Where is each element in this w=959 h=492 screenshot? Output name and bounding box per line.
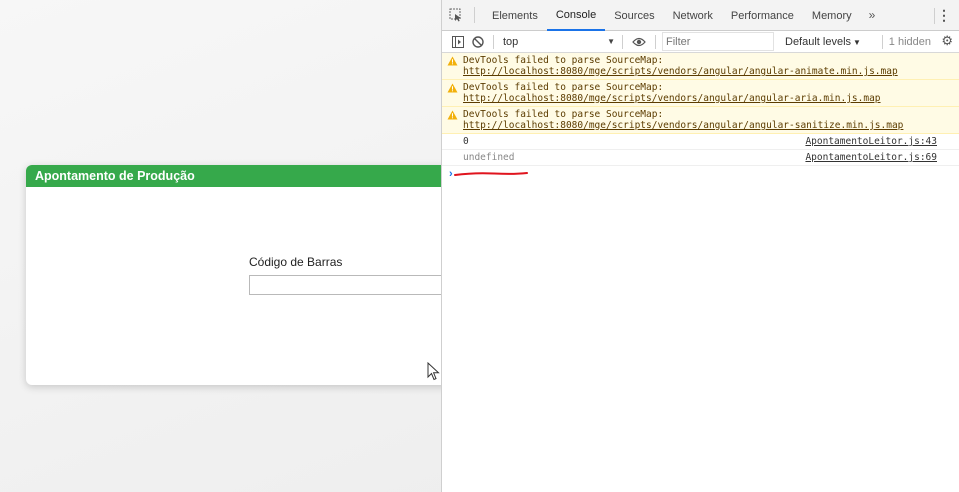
tab-performance[interactable]: Performance	[722, 0, 803, 31]
toolbar-divider	[882, 34, 883, 49]
tabbar-divider	[474, 7, 475, 23]
log-levels-dropdown[interactable]: Default levels ▼	[785, 36, 861, 48]
warning-icon	[447, 56, 458, 66]
warning-icon	[447, 83, 458, 93]
kebab-menu-icon[interactable]: ⋮	[937, 0, 951, 31]
inspect-element-icon[interactable]	[442, 0, 470, 31]
menu-divider	[934, 8, 935, 24]
console-log-message: undefined ApontamentoLeitor.js:69	[442, 150, 959, 166]
clear-console-icon[interactable]	[468, 32, 488, 52]
context-value: top	[503, 35, 519, 48]
console-warning-message: DevTools failed to parse SourceMap: http…	[442, 80, 959, 107]
log-levels-label: Default levels	[785, 35, 852, 48]
tab-console[interactable]: Console	[546, 0, 606, 31]
log-value: undefined	[463, 152, 515, 163]
dropdown-arrow-icon: ▼	[853, 37, 861, 47]
console-warning-message: DevTools failed to parse SourceMap: http…	[442, 107, 959, 134]
warning-text: DevTools failed to parse SourceMap:	[463, 55, 664, 66]
console-toolbar: top ▼ Default levels▼ 1 hidden ⚙	[442, 31, 959, 53]
devtools-tabbar: Elements Console Sources Network Perform…	[442, 0, 959, 31]
console-log-message: 0 ApontamentoLeitor.js:43	[442, 134, 959, 150]
sourcemap-link[interactable]: http://localhost:8080/mge/scripts/vendor…	[463, 120, 903, 131]
warning-text: DevTools failed to parse SourceMap:	[463, 109, 664, 120]
log-source-link[interactable]: ApontamentoLeitor.js:69	[805, 152, 937, 163]
card-header-title: Apontamento de Produção	[26, 165, 456, 187]
console-filter-input[interactable]	[662, 32, 774, 51]
warning-icon	[447, 110, 458, 120]
console-prompt-icon[interactable]: ›	[442, 166, 959, 180]
hidden-messages-count: 1 hidden	[888, 35, 931, 48]
sidebar-toggle-icon[interactable]	[448, 32, 468, 52]
more-tabs-chevron-icon[interactable]: »	[861, 0, 884, 31]
barcode-label: Código de Barras	[249, 255, 343, 269]
context-selector[interactable]: top ▼	[499, 33, 617, 51]
tab-elements[interactable]: Elements	[483, 0, 547, 31]
console-messages: DevTools failed to parse SourceMap: http…	[442, 53, 959, 180]
barcode-input[interactable]	[249, 275, 456, 295]
devtools-panel: Elements Console Sources Network Perform…	[441, 0, 959, 492]
live-expression-eye-icon[interactable]	[628, 37, 650, 47]
tab-sources[interactable]: Sources	[605, 0, 663, 31]
toolbar-divider	[622, 34, 623, 49]
production-card: Apontamento de Produção Código de Barras	[26, 165, 456, 385]
toolbar-divider	[655, 34, 656, 49]
sourcemap-link[interactable]: http://localhost:8080/mge/scripts/vendor…	[463, 93, 881, 104]
mouse-cursor-icon	[427, 362, 440, 381]
tab-network[interactable]: Network	[664, 0, 722, 31]
sourcemap-link[interactable]: http://localhost:8080/mge/scripts/vendor…	[463, 66, 898, 77]
tab-memory[interactable]: Memory	[803, 0, 861, 31]
log-source-link[interactable]: ApontamentoLeitor.js:43	[805, 136, 937, 147]
console-warning-message: DevTools failed to parse SourceMap: http…	[442, 53, 959, 80]
dropdown-arrow-icon: ▼	[607, 37, 615, 46]
toolbar-divider	[493, 34, 494, 49]
log-value: 0	[463, 136, 469, 147]
warning-text: DevTools failed to parse SourceMap:	[463, 82, 664, 93]
console-settings-gear-icon[interactable]: ⚙	[941, 33, 953, 49]
